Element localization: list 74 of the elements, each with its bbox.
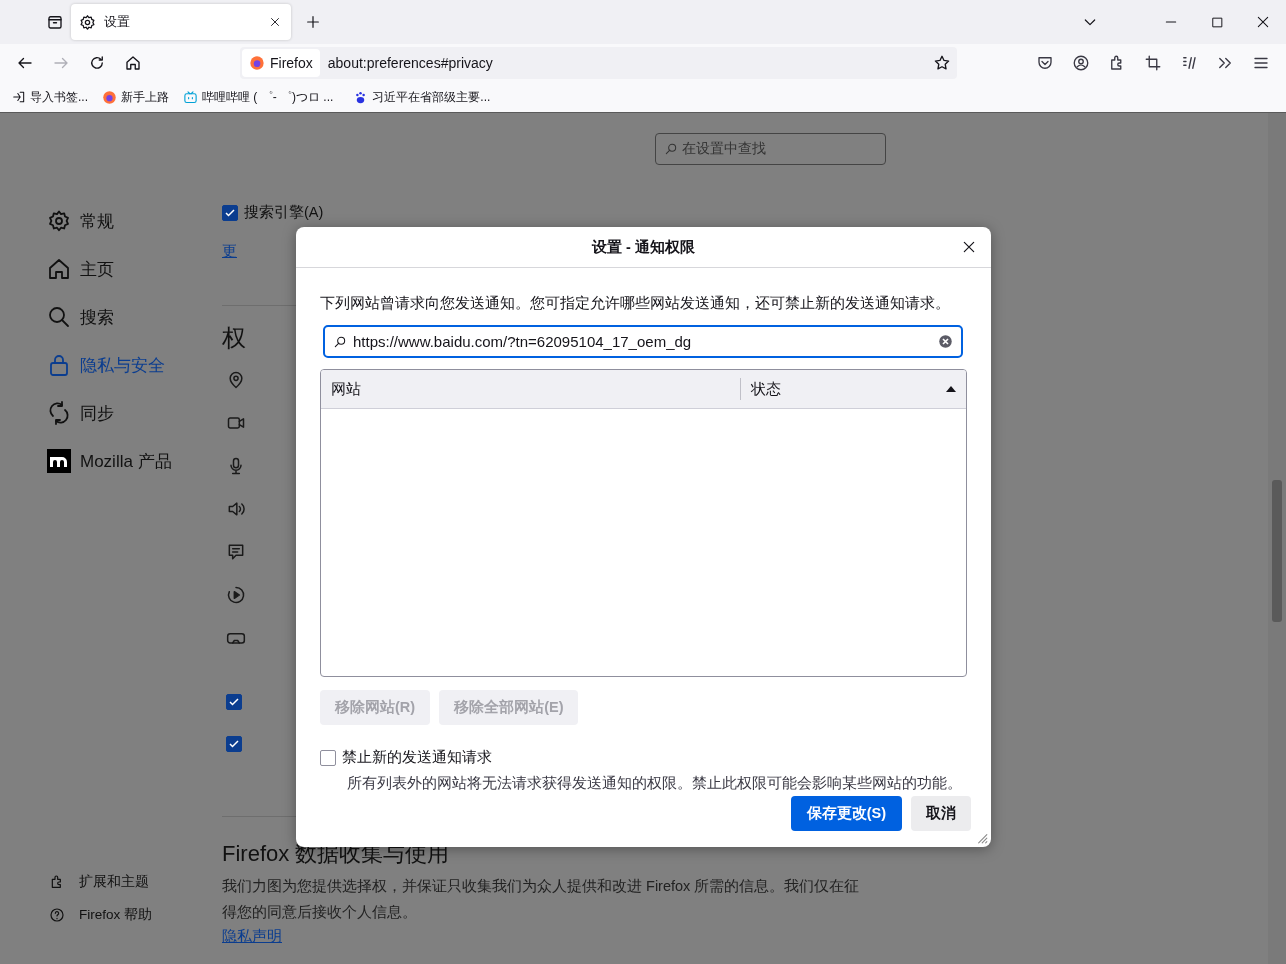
checkbox[interactable] [222, 204, 238, 221]
change-link[interactable]: 更 [222, 242, 237, 261]
sort-ascending-icon [946, 386, 956, 392]
dialog-description: 下列网站曾请求向您发送通知。您可指定允许哪些网站发送通知，还可禁止新的发送通知请求。 [320, 294, 951, 313]
home-icon [47, 257, 71, 281]
checkbox-label: 禁止新的发送通知请求 [342, 748, 492, 767]
home-icon[interactable] [124, 54, 142, 72]
checkbox-note: 所有列表外的网站将无法请求获得发送通知的权限。禁止此权限可能会影响某些网站的功能。 [347, 774, 963, 793]
url-text: about:preferences#privacy [326, 55, 494, 71]
checkbox[interactable] [226, 736, 242, 752]
sidebar-link[interactable]: Firefox 帮助 [47, 906, 222, 924]
bookmark-item[interactable]: 导入书签... [10, 86, 90, 108]
pocket-icon[interactable] [1036, 54, 1054, 72]
new-tab-icon[interactable] [305, 14, 321, 30]
browser-tab[interactable]: 设置 [71, 4, 291, 40]
privacy-notice-link[interactable]: 隐私声明 [222, 927, 282, 946]
settings-search-field[interactable]: 在设置中查找 [655, 133, 886, 165]
search-icon [333, 334, 347, 349]
column-header[interactable]: 状态 [741, 370, 966, 408]
bookmark-item[interactable]: 哔哩哔哩 ( ゜- ゜)つロ ... [181, 86, 336, 108]
close-icon [961, 239, 977, 255]
bookmark-item[interactable]: 习近平在省部级主要... [351, 86, 493, 108]
identity-button[interactable]: Firefox [242, 49, 320, 77]
checkbox[interactable] [226, 694, 242, 710]
website-search-field[interactable]: https://www.baidu.com/?tn=62095104_17_oem_dg [323, 325, 963, 358]
identity-label: Firefox [270, 55, 313, 71]
close-window-icon[interactable] [1256, 15, 1270, 29]
account-icon[interactable] [1072, 54, 1090, 72]
lock-icon [47, 353, 71, 377]
sidebar-item[interactable]: 常规 [47, 197, 222, 245]
sidebar-item[interactable]: 同步 [47, 389, 222, 437]
checkmark-icon [224, 206, 236, 219]
scrollbar[interactable] [1268, 113, 1286, 964]
sidebar-item[interactable]: 主页 [47, 245, 222, 293]
tv-icon [183, 89, 198, 105]
gear-icon [47, 209, 71, 233]
checkbox[interactable] [320, 749, 336, 766]
search-icon [47, 305, 71, 329]
address-bar[interactable]: Firefox about:preferences#privacy [240, 47, 957, 79]
crop-icon[interactable] [1144, 54, 1162, 72]
location-pin-icon [226, 370, 246, 390]
cancel-button[interactable]: 取消 [911, 796, 971, 831]
checkmark-icon [228, 738, 240, 750]
sidebar-link[interactable]: 扩展和主题 [47, 873, 222, 891]
help-icon [49, 907, 65, 923]
firefox-logo-icon [249, 55, 265, 71]
library-icon[interactable] [1180, 54, 1198, 72]
close-tab-icon[interactable] [269, 16, 281, 28]
maximize-icon[interactable] [1210, 15, 1224, 29]
mozilla-logo-icon [47, 449, 71, 473]
column-header[interactable]: 网站 [321, 378, 741, 400]
checkbox-label: 搜索引擎(A) [244, 203, 324, 222]
search-icon [664, 142, 678, 156]
import-icon [12, 90, 26, 104]
placeholder-text: 在设置中查找 [682, 140, 766, 158]
checkmark-icon [228, 696, 240, 708]
tab-overview-icon[interactable] [46, 13, 64, 31]
save-button[interactable]: 保存更改(S) [790, 796, 902, 831]
chat-bubble-icon [226, 542, 246, 562]
star-icon[interactable] [933, 54, 951, 72]
autoplay-icon [226, 585, 246, 605]
sync-icon [47, 401, 71, 425]
scrollbar-thumb[interactable] [1272, 480, 1282, 622]
reload-icon[interactable] [88, 54, 106, 72]
section-heading: 权 [222, 323, 246, 353]
section-description: 我们力图为您提供选择权，并保证只收集我们为众人提供和改进 Firefox 所需的信息。我们仅在征得您的同意后接收个人信息。 [222, 877, 861, 922]
clear-icon[interactable] [938, 334, 953, 349]
bookmark-item[interactable]: 新手上路 [100, 86, 171, 108]
sidebar-item[interactable]: 搜索 [47, 293, 222, 341]
dialog-title: 设置 - 通知权限 [592, 237, 695, 257]
sidebar-item[interactable]: 隐私与安全 [47, 341, 222, 389]
sidebar-item[interactable]: Mozilla 产品 [47, 437, 222, 485]
firefox-logo-icon [102, 89, 117, 105]
gear-icon [79, 13, 96, 31]
